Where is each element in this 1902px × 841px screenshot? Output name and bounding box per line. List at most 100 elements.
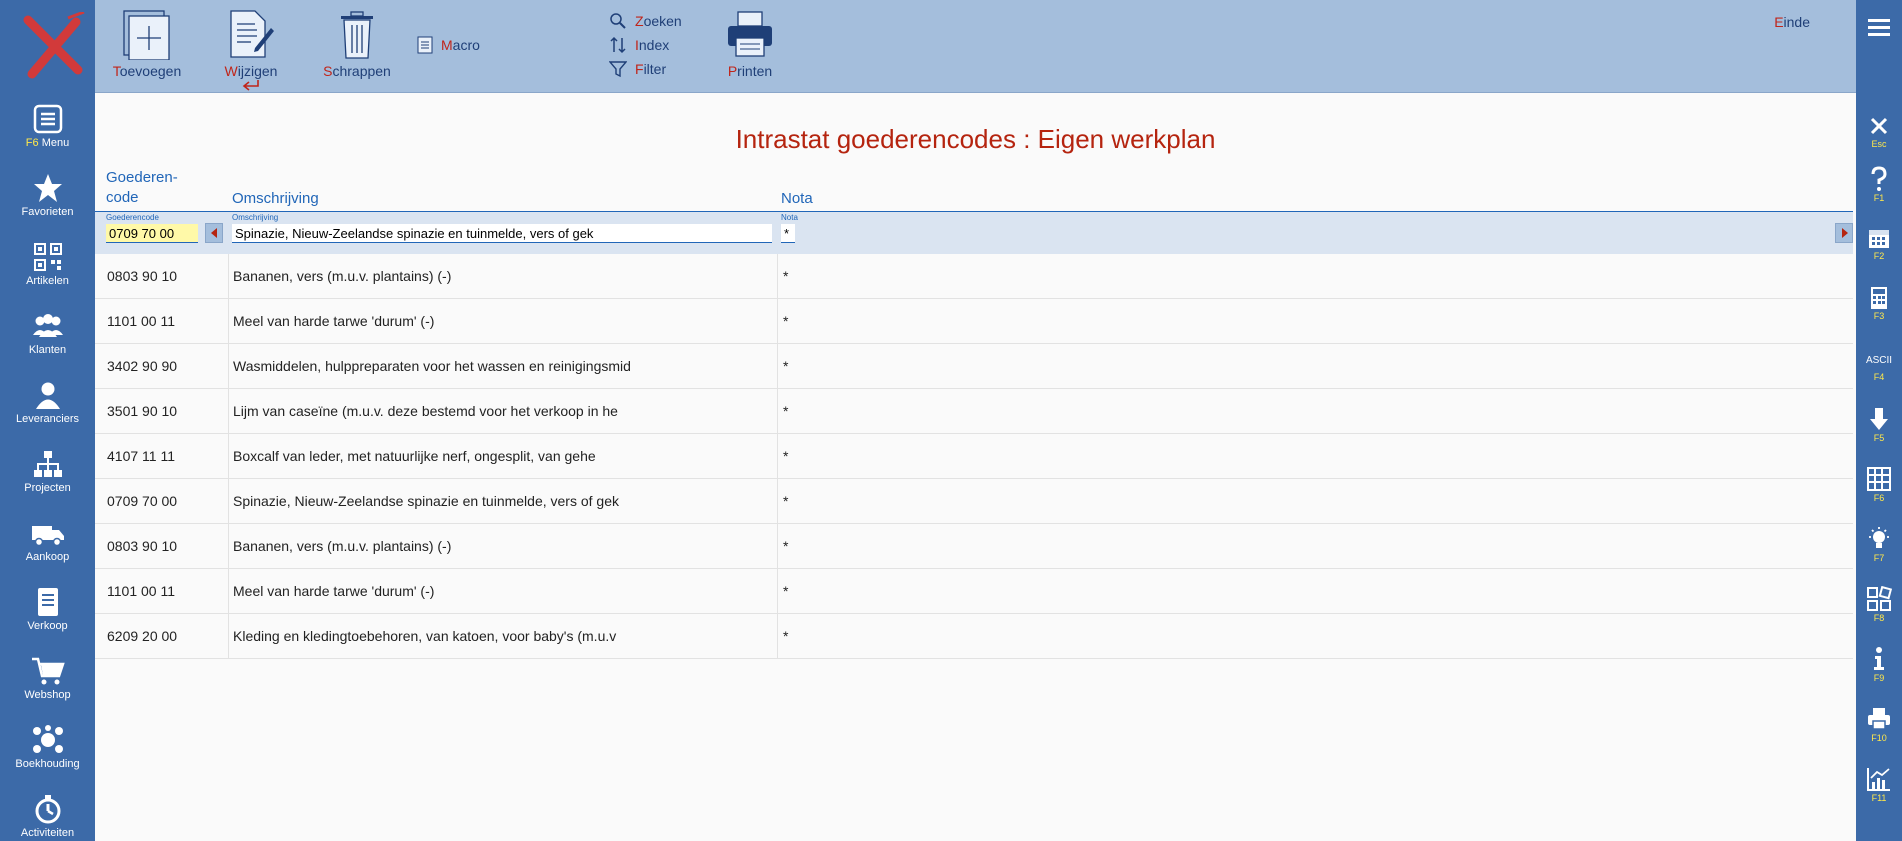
- fkey-f4[interactable]: ASCII F4: [1856, 346, 1902, 402]
- network-icon: [32, 725, 63, 753]
- cell-description: Spinazie, Nieuw-Zeelandse spinazie en tu…: [233, 493, 619, 509]
- column-header-nota[interactable]: Nota: [781, 189, 813, 209]
- fkey-f8[interactable]: F8: [1856, 586, 1902, 642]
- sidebar-item-webshop[interactable]: Webshop: [0, 656, 95, 716]
- table-row[interactable]: 0803 90 10 Bananen, vers (m.u.v. plantain…: [95, 254, 1853, 299]
- edit-label-accent: W: [224, 63, 238, 79]
- cell-nota: *: [783, 313, 789, 329]
- filter-button[interactable]: Filter: [609, 60, 666, 78]
- sidebar-item-favorieten[interactable]: Favorieten: [0, 173, 95, 233]
- code-field-label: Goederencode: [106, 213, 159, 222]
- menu-list-icon: [33, 104, 62, 134]
- sidebar-item-boekhouding[interactable]: Boekhouding: [0, 725, 95, 785]
- fkey-label: F9: [1873, 673, 1885, 683]
- right-sidebar: Esc F1 F2 F3 ASCII F4 F5 F6 F7 F8 F9 F10: [1856, 0, 1902, 841]
- column-header-code[interactable]: Goederen- code: [106, 168, 178, 208]
- hamburger-menu-button[interactable]: [1856, 14, 1902, 54]
- table-row[interactable]: 3402 90 90 Wasmiddelen, hulppreparaten vo…: [95, 344, 1853, 389]
- fkey-label: Esc: [1871, 139, 1887, 149]
- fkey-label: F8: [1873, 613, 1885, 623]
- index-button[interactable]: Index: [609, 36, 669, 54]
- cell-description: Lijm van caseïne (m.u.v. deze bestemd vo…: [233, 403, 618, 419]
- macro-button[interactable]: Macro: [417, 36, 480, 54]
- cell-code: 3501 90 10: [107, 403, 178, 419]
- fkey-f1[interactable]: F1: [1856, 166, 1902, 222]
- ascii-icon: ASCII: [1865, 355, 1893, 366]
- scroll-left-button[interactable]: [205, 223, 223, 243]
- delete-button[interactable]: Schrappen: [323, 8, 391, 79]
- search-label: oeken: [643, 13, 682, 29]
- app-logo-icon[interactable]: [18, 12, 88, 82]
- cell-code: 0803 90 10: [107, 538, 178, 554]
- sidebar-item-aankoop[interactable]: Aankoop: [0, 518, 95, 578]
- hierarchy-icon: [33, 451, 62, 477]
- column-header-description[interactable]: Omschrijving: [232, 189, 319, 209]
- fkey-f2[interactable]: F2: [1856, 226, 1902, 282]
- macro-document-icon: [417, 36, 433, 54]
- code-input[interactable]: [106, 224, 198, 243]
- person-icon: [35, 382, 60, 409]
- stopwatch-icon: [35, 795, 60, 824]
- table-row[interactable]: 4107 11 11 Boxcalf van leder, met natuurl…: [95, 434, 1853, 479]
- index-label: ndex: [638, 37, 670, 53]
- fkey-f3[interactable]: F3: [1856, 286, 1902, 342]
- search-button[interactable]: Zoeken: [609, 12, 682, 30]
- sidebar-item-label: Activiteiten: [20, 827, 75, 839]
- edit-button[interactable]: Wijzigen: [219, 8, 283, 91]
- description-input[interactable]: [232, 224, 772, 243]
- cell-code: 1101 00 11: [107, 583, 175, 599]
- add-button[interactable]: Toevoegen: [111, 8, 183, 79]
- calculator-icon: [1871, 287, 1887, 309]
- sidebar-item-label: Klanten: [28, 344, 67, 356]
- fkey-f5[interactable]: F5: [1856, 406, 1902, 462]
- nota-input[interactable]: [781, 224, 795, 243]
- delete-label: chrappen: [332, 63, 391, 79]
- sidebar-item-projecten[interactable]: Projecten: [0, 449, 95, 509]
- sidebar-item-verkoop[interactable]: Verkoop: [0, 587, 95, 647]
- cell-description: Meel van harde tarwe 'durum' (-): [233, 313, 435, 329]
- print-button[interactable]: Printen: [721, 8, 779, 79]
- sidebar-item-label: Leveranciers: [16, 413, 79, 425]
- cell-code: 0709 70 00: [107, 493, 178, 509]
- print-label: rinten: [737, 63, 773, 79]
- layout-icon: [1867, 586, 1892, 611]
- sidebar-item-leveranciers[interactable]: Leveranciers: [0, 380, 95, 440]
- filter-label-accent: F: [635, 61, 644, 77]
- table-row[interactable]: 3501 90 10 Lijm van caseïne (m.u.v. deze …: [95, 389, 1853, 434]
- sidebar-item-activiteiten[interactable]: Activiteiten: [0, 794, 95, 841]
- table-row[interactable]: 0803 90 10 Bananen, vers (m.u.v. plantain…: [95, 524, 1853, 569]
- macro-label: acro: [452, 37, 480, 53]
- end-button[interactable]: Einde: [1774, 14, 1810, 30]
- trash-icon: [341, 11, 373, 59]
- fkey-label: F6: [1873, 493, 1885, 503]
- fkey-f11[interactable]: F11: [1856, 766, 1902, 822]
- fkey-f6[interactable]: F6: [1856, 466, 1902, 522]
- table-row[interactable]: 1101 00 11 Meel van harde tarwe 'durum' (…: [95, 569, 1853, 614]
- sidebar-item-label: Webshop: [24, 689, 71, 701]
- sidebar-item-klanten[interactable]: Klanten: [0, 311, 95, 371]
- macro-label-accent: M: [441, 37, 453, 53]
- end-label: inde: [1783, 14, 1810, 30]
- scroll-right-button[interactable]: [1835, 223, 1853, 243]
- cell-nota: *: [783, 628, 789, 644]
- column-header-code-line1: Goederen-: [106, 169, 178, 186]
- fkey-f7[interactable]: F7: [1856, 526, 1902, 582]
- edit-label: ijzigen: [237, 63, 278, 79]
- fkey-f9[interactable]: F9: [1856, 646, 1902, 702]
- cell-description: Boxcalf van leder, met natuurlijke nerf,…: [233, 448, 596, 464]
- fkey-f10[interactable]: F10: [1856, 706, 1902, 762]
- fkey-label: F4: [1873, 372, 1885, 382]
- table-row[interactable]: 0709 70 00 Spinazie, Nieuw-Zeelandse spin…: [95, 479, 1853, 524]
- sidebar-item-artikelen[interactable]: Artikelen: [0, 242, 95, 302]
- sidebar-item-label: Favorieten: [21, 206, 74, 218]
- cell-code: 3402 90 90: [107, 358, 178, 374]
- cell-description: Meel van harde tarwe 'durum' (-): [233, 583, 435, 599]
- add-document-icon: [123, 10, 170, 61]
- sidebar-item-label: Boekhouding: [15, 758, 80, 770]
- fkey-esc[interactable]: Esc: [1856, 114, 1902, 170]
- sidebar-item-label: Verkoop: [27, 620, 68, 632]
- sidebar-item-menu[interactable]: F6 Menu: [0, 104, 95, 164]
- table-row[interactable]: 6209 20 00 Kleding en kledingtoebehoren, …: [95, 614, 1853, 659]
- fkey-label: F5: [1873, 433, 1885, 443]
- table-row[interactable]: 1101 00 11 Meel van harde tarwe 'durum' (…: [95, 299, 1853, 344]
